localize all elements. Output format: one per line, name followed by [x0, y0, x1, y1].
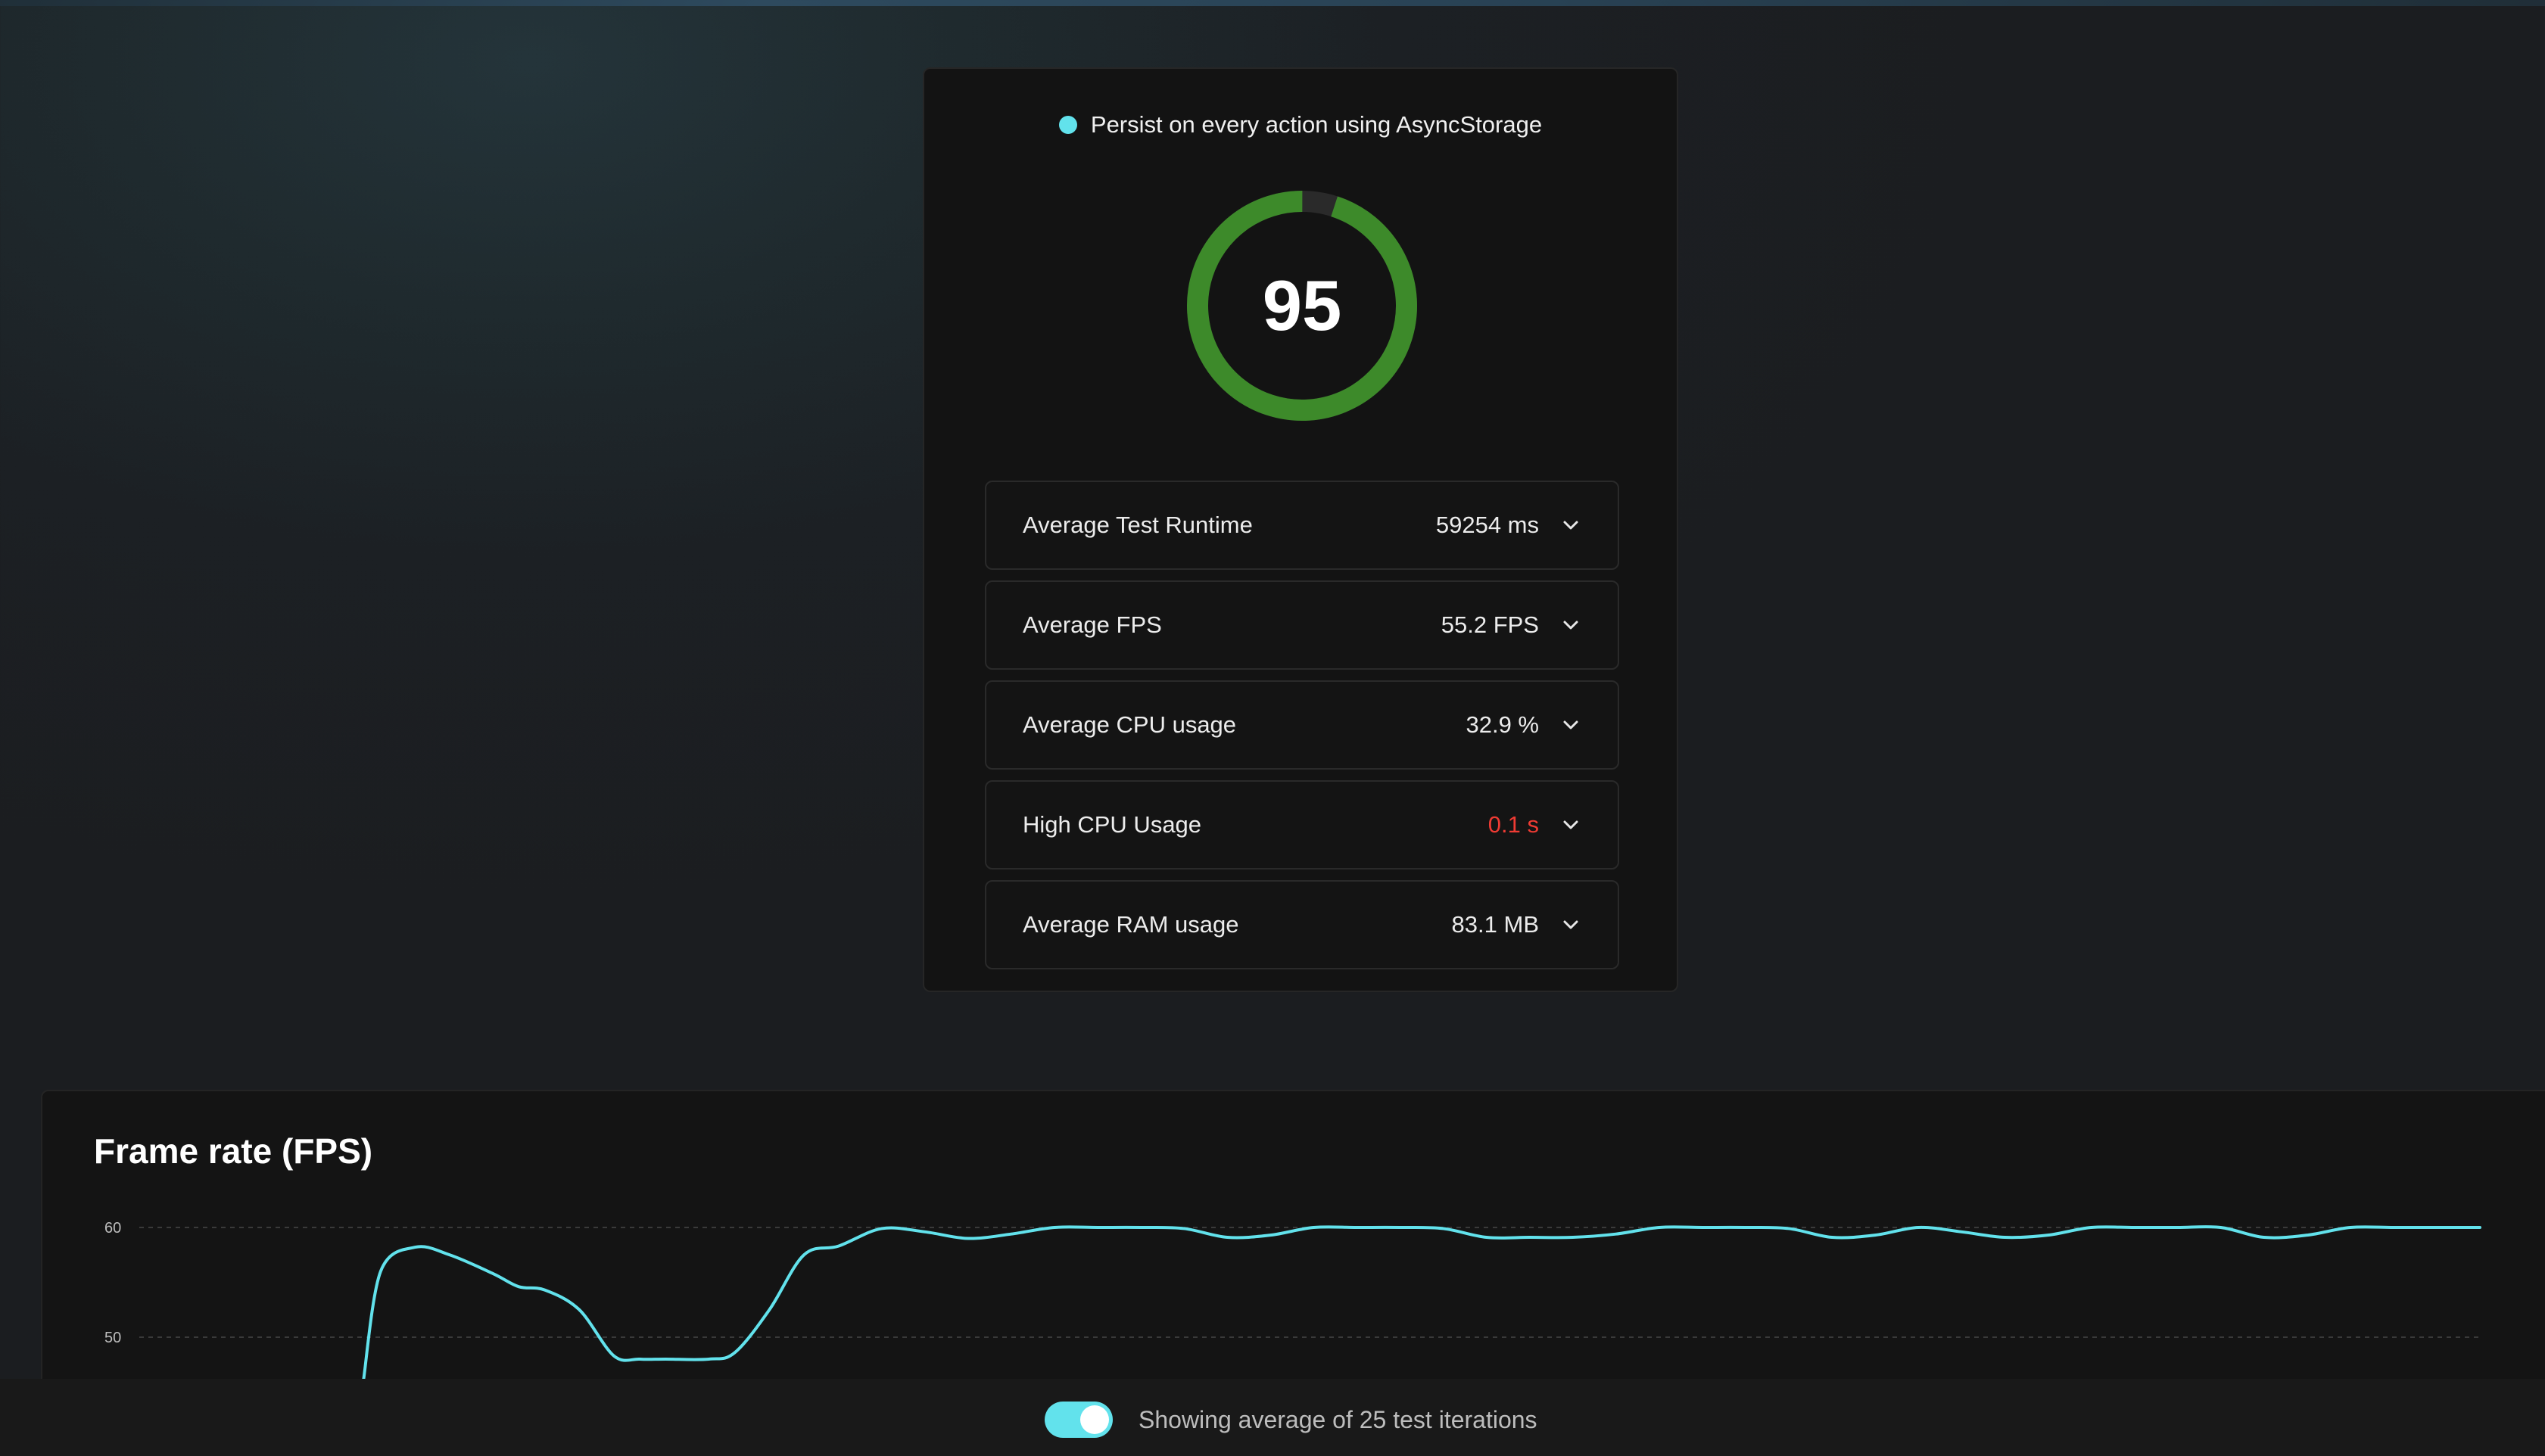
chevron-down-icon[interactable]: [1562, 516, 1580, 534]
chevron-down-icon[interactable]: [1562, 816, 1580, 834]
metric-average-fps[interactable]: Average FPS 55.2 FPS: [985, 580, 1619, 670]
average-toggle[interactable]: [1045, 1402, 1113, 1438]
report-card: Persist on every action using AsyncStora…: [923, 67, 1678, 992]
bottom-bar: Showing average of 25 test iterations: [0, 1379, 2545, 1456]
metric-value: 59254 ms: [1435, 512, 1539, 538]
y-tick-60: 60: [104, 1220, 121, 1237]
metric-high-cpu-usage[interactable]: High CPU Usage 0.1 s: [985, 780, 1619, 870]
metric-value: 55.2 FPS: [1441, 611, 1539, 638]
toggle-label: Showing average of 25 test iterations: [1139, 1405, 1537, 1433]
metric-average-test-runtime[interactable]: Average Test Runtime 59254 ms: [985, 481, 1619, 570]
metric-average-ram-usage[interactable]: Average RAM usage 83.1 MB: [985, 880, 1619, 969]
score-gauge: 95: [1185, 188, 1419, 423]
status-dot: [1058, 116, 1077, 134]
metric-label: Average CPU usage: [1023, 711, 1237, 738]
chevron-down-icon[interactable]: [1562, 616, 1580, 634]
iterations-toggle-group: Showing average of 25 test iterations: [1045, 1402, 1537, 1438]
metric-label: Average Test Runtime: [1023, 512, 1253, 538]
report-title-text: Persist on every action using AsyncStora…: [1090, 111, 1543, 138]
metric-label: Average RAM usage: [1023, 911, 1239, 938]
metric-average-cpu-usage[interactable]: Average CPU usage 32.9 %: [985, 680, 1619, 770]
metric-value: 83.1 MB: [1451, 911, 1539, 938]
metric-value: 32.9 %: [1466, 711, 1539, 738]
chevron-down-icon[interactable]: [1562, 916, 1580, 934]
metric-label: High CPU Usage: [1023, 811, 1202, 838]
metric-value: 0.1 s: [1487, 811, 1539, 838]
score-value: 95: [1262, 266, 1342, 345]
report-title: Persist on every action using AsyncStora…: [924, 111, 1677, 138]
metric-label: Average FPS: [1023, 611, 1162, 638]
y-tick-50: 50: [104, 1330, 121, 1346]
chevron-down-icon[interactable]: [1562, 716, 1580, 734]
fps-series-line: [362, 1225, 2481, 1383]
top-border: [0, 0, 2545, 6]
toggle-knob: [1080, 1405, 1109, 1434]
